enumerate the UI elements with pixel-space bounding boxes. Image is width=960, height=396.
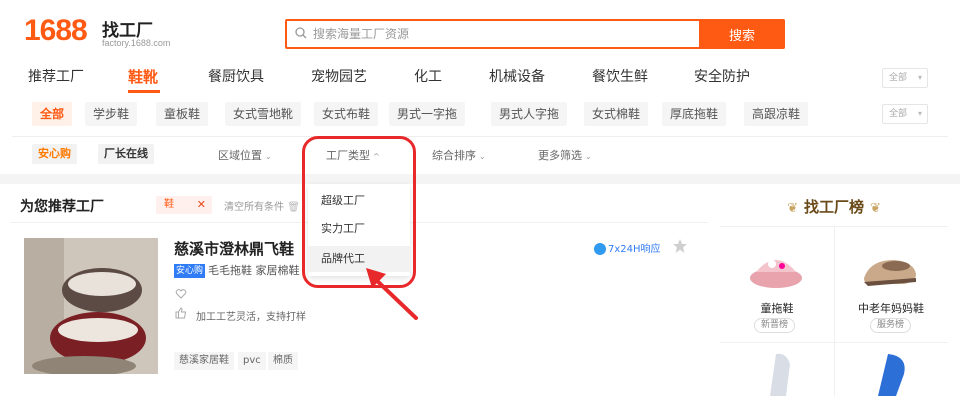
trash-icon: 🗑: [287, 202, 300, 213]
sneaker-image[interactable]: [746, 350, 806, 396]
close-icon[interactable]: ✕: [197, 196, 206, 214]
tab-fresh-food[interactable]: 餐饮生鲜: [592, 66, 648, 86]
clear-all-label: 清空所有条件: [224, 202, 284, 213]
search-button[interactable]: 搜索: [699, 19, 785, 49]
chip-women-snow-boots[interactable]: 女式雪地靴: [225, 102, 302, 126]
page: 1688 找工厂 factory.1688.com 搜索 推荐工厂 鞋靴 餐厨饮…: [0, 0, 960, 396]
heart-icon[interactable]: [175, 288, 187, 300]
chevron-down-icon: ⌄: [479, 152, 486, 161]
factory-tag[interactable]: pvc: [238, 352, 266, 370]
tab-kitchenware[interactable]: 餐厨饮具: [208, 66, 264, 86]
chip-men-slides[interactable]: 男式一字拖: [389, 102, 466, 126]
tab-safety[interactable]: 安全防护: [694, 66, 750, 86]
arrow-annotation-icon: [366, 268, 418, 320]
subcategory-chips: 全部 学步鞋 童板鞋 女式雪地靴 女式布鞋 男式一字拖 男式人字拖 女式棉鞋 厚…: [0, 102, 960, 128]
laurel-right-icon: ❦: [870, 201, 881, 216]
star-icon[interactable]: [672, 238, 688, 254]
chip-high-heel-sandals[interactable]: 高跟凉鞋: [744, 102, 809, 126]
loafer-image[interactable]: [860, 242, 920, 294]
category-all-select[interactable]: 全部 ▾: [882, 68, 928, 88]
search-input[interactable]: [313, 25, 693, 43]
active-filter-tag[interactable]: 鞋 ✕: [156, 196, 212, 214]
logo-subtitle: factory.1688.com: [102, 38, 171, 48]
factory-name[interactable]: 慈溪市澄林鼎飞鞋: [174, 238, 294, 259]
owner-online-filter-button[interactable]: 厂长在线: [98, 144, 154, 164]
active-filter-label: 鞋: [164, 199, 174, 210]
ranking-title: ❦ 找工厂榜 ❦: [720, 196, 948, 217]
chip-kids-sneakers[interactable]: 童板鞋: [156, 102, 209, 126]
anxin-badge: 安心购: [174, 264, 206, 278]
factory-badge-row: 安心购 毛毛拖鞋 家居棉鞋: [174, 262, 300, 278]
slipper-photo: [24, 238, 158, 374]
response-label: 7x24H响应: [608, 244, 661, 255]
logo[interactable]: 1688 找工厂 factory.1688.com: [24, 14, 184, 54]
category-all-label: 全部: [889, 73, 908, 83]
logo-number: 1688: [24, 14, 88, 47]
factory-ranking-panel: ❦ 找工厂榜 ❦ 童拖鞋 新晋榜 中老年妈妈鞋 服务榜: [720, 186, 948, 396]
active-tab-underline: [128, 90, 160, 93]
chevron-down-icon: ▾: [917, 73, 922, 82]
search-icon: [295, 27, 307, 39]
chip-women-cotton-shoes[interactable]: 女式棉鞋: [584, 102, 649, 126]
factory-tag[interactable]: 慈溪家居鞋: [174, 352, 234, 370]
region-filter-label: 区域位置: [218, 149, 262, 162]
ranking-item-tag: 服务榜: [870, 318, 912, 333]
chip-men-flipflops[interactable]: 男式人字拖: [491, 102, 568, 126]
ranking-title-label: 找工厂榜: [803, 198, 864, 216]
tab-chemicals[interactable]: 化工: [414, 66, 442, 86]
chip-platform-slippers[interactable]: 厚底拖鞋: [662, 102, 727, 126]
divider: [720, 342, 948, 343]
section-gap: [0, 174, 960, 184]
subcategory-all-select[interactable]: 全部 ▾: [882, 104, 928, 124]
chevron-down-icon: ▾: [917, 109, 922, 118]
ranking-item-tag: 新晋榜: [754, 318, 796, 333]
tab-shoes[interactable]: 鞋靴: [128, 66, 158, 87]
response-badge: 7x24H响应: [594, 240, 661, 255]
factory-product-image[interactable]: [24, 238, 158, 374]
category-tabs: 推荐工厂 鞋靴 餐厨饮具 宠物园艺 化工 机械设备 餐饮生鲜 安全防护 全部 ▾: [0, 62, 960, 94]
filter-bar: 安心购 厂长在线 区域位置 ⌄ 工厂类型 ^ 综合排序 ⌄ 更多筛选 ⌄: [0, 144, 960, 168]
chip-women-cloth-shoes[interactable]: 女式布鞋: [314, 102, 379, 126]
kids-slipper-image[interactable]: [746, 242, 806, 294]
thumbs-up-icon: [175, 307, 187, 319]
chevron-down-icon: ⌄: [265, 152, 272, 161]
factory-tag[interactable]: 棉质: [268, 352, 298, 370]
more-filters[interactable]: 更多筛选 ⌄: [538, 147, 592, 163]
anxin-filter-button[interactable]: 安心购: [32, 144, 77, 164]
ranking-item-name[interactable]: 中老年妈妈鞋: [834, 300, 948, 316]
more-filters-label: 更多筛选: [538, 149, 582, 162]
clear-all-button[interactable]: 清空所有条件 🗑: [224, 198, 300, 213]
laurel-left-icon: ❦: [787, 201, 798, 216]
chip-all[interactable]: 全部: [32, 102, 73, 126]
chevron-down-icon: ⌄: [585, 152, 592, 161]
chip-toddler-shoes[interactable]: 学步鞋: [85, 102, 138, 126]
tab-machinery[interactable]: 机械设备: [489, 66, 545, 86]
sort-filter-label: 综合排序: [432, 149, 476, 162]
search-bar: 搜索: [285, 19, 785, 49]
tab-pets-garden[interactable]: 宠物园艺: [311, 66, 367, 86]
chat-icon: [594, 243, 606, 255]
subcategory-all-label: 全部: [889, 109, 908, 119]
ranking-item-name[interactable]: 童拖鞋: [720, 300, 834, 316]
sort-filter[interactable]: 综合排序 ⌄: [432, 147, 486, 163]
recommend-title: 为您推荐工厂: [20, 199, 104, 215]
tab-recommended[interactable]: 推荐工厂: [28, 66, 84, 86]
region-filter[interactable]: 区域位置 ⌄: [218, 147, 272, 163]
factory-categories: 毛毛拖鞋 家居棉鞋: [208, 264, 300, 277]
process-description: 加工工艺灵活，支持打样: [196, 312, 306, 323]
divider: [12, 136, 948, 137]
sandal-image[interactable]: [860, 350, 920, 396]
